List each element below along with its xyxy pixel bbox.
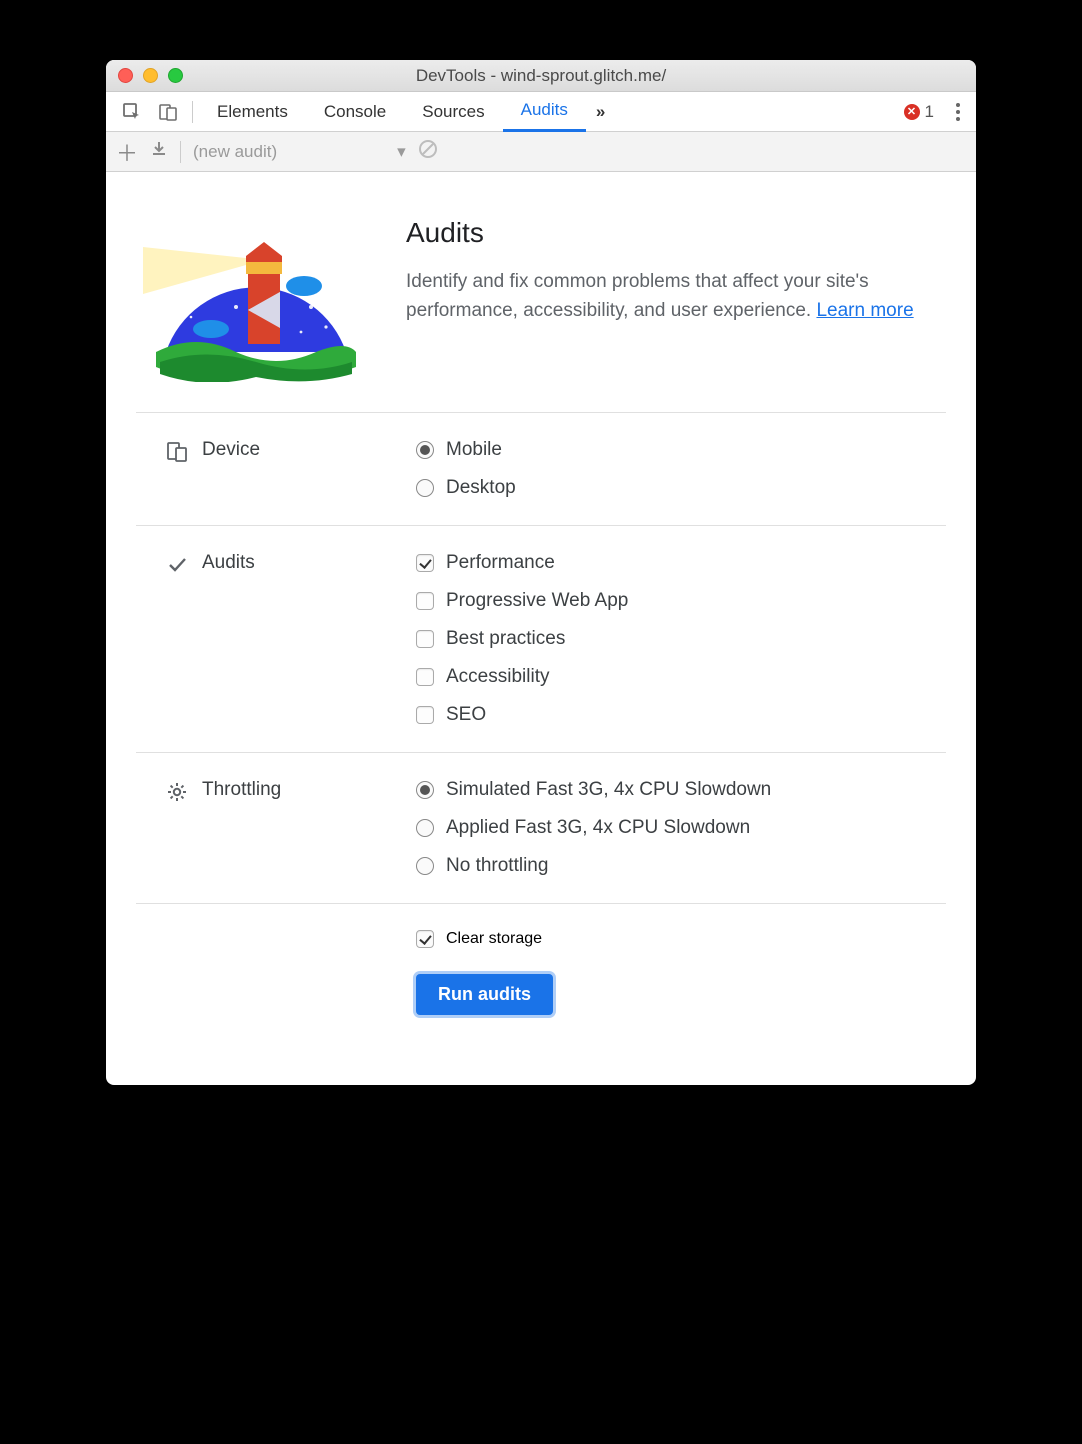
error-icon: ✕ — [904, 104, 920, 120]
section-audits: Audits Performance Progressive Web App B… — [136, 525, 946, 752]
titlebar: DevTools - wind-sprout.glitch.me/ — [106, 60, 976, 92]
settings-menu-icon[interactable] — [948, 103, 968, 121]
panel-tabs: Elements Console Sources Audits » — [199, 92, 615, 132]
device-option-desktop[interactable]: Desktop — [416, 477, 946, 499]
chevron-down-icon: ▾ — [397, 142, 406, 162]
tab-console[interactable]: Console — [306, 92, 404, 132]
checkbox-icon — [416, 554, 434, 572]
section-device: Device Mobile Desktop — [136, 412, 946, 525]
radio-icon — [416, 781, 434, 799]
throttling-option-applied[interactable]: Applied Fast 3G, 4x CPU Slowdown — [416, 817, 946, 839]
audit-option-pwa[interactable]: Progressive Web App — [416, 590, 946, 612]
radio-icon — [416, 441, 434, 459]
audit-option-best-practices[interactable]: Best practices — [416, 628, 946, 650]
window-title: DevTools - wind-sprout.glitch.me/ — [106, 66, 976, 86]
throttling-label: Throttling — [202, 779, 281, 801]
page-title: Audits — [406, 212, 946, 254]
audits-toolbar: ＋ (new audit) ▾ — [106, 132, 976, 172]
device-icon — [166, 441, 188, 463]
tab-sources[interactable]: Sources — [404, 92, 502, 132]
audit-option-performance[interactable]: Performance — [416, 552, 946, 574]
radio-icon — [416, 479, 434, 497]
more-tabs-button[interactable]: » — [586, 92, 615, 132]
checkbox-icon — [416, 592, 434, 610]
lighthouse-illustration — [136, 212, 376, 382]
check-icon — [166, 554, 188, 576]
devtools-window: DevTools - wind-sprout.glitch.me/ Elemen… — [106, 60, 976, 1085]
run-audits-button[interactable]: Run audits — [416, 974, 553, 1015]
device-toggle-icon[interactable] — [156, 100, 180, 124]
clear-storage-option[interactable]: Clear storage — [416, 930, 542, 948]
device-option-mobile[interactable]: Mobile — [416, 439, 946, 461]
checkbox-icon — [416, 930, 434, 948]
checkbox-icon — [416, 706, 434, 724]
error-counter[interactable]: ✕ 1 — [904, 102, 934, 122]
gear-icon — [166, 781, 188, 803]
radio-icon — [416, 857, 434, 875]
error-count: 1 — [925, 102, 934, 122]
audit-option-seo[interactable]: SEO — [416, 704, 946, 726]
clear-icon[interactable] — [418, 139, 438, 164]
section-throttling: Throttling Simulated Fast 3G, 4x CPU Slo… — [136, 752, 946, 903]
checkbox-icon — [416, 668, 434, 686]
checkbox-icon — [416, 630, 434, 648]
section-footer: Clear storage Run audits — [136, 903, 946, 1025]
radio-icon — [416, 819, 434, 837]
audits-panel: Audits Identify and fix common problems … — [106, 172, 976, 1085]
audits-label: Audits — [202, 552, 255, 574]
download-icon[interactable] — [150, 140, 168, 163]
throttling-option-none[interactable]: No throttling — [416, 855, 946, 877]
tab-audits[interactable]: Audits — [503, 92, 586, 132]
learn-more-link[interactable]: Learn more — [816, 300, 913, 321]
inspect-element-icon[interactable] — [120, 100, 144, 124]
throttling-option-simulated[interactable]: Simulated Fast 3G, 4x CPU Slowdown — [416, 779, 946, 801]
audit-option-accessibility[interactable]: Accessibility — [416, 666, 946, 688]
new-audit-icon[interactable]: ＋ — [116, 136, 138, 168]
page-description: Identify and fix common problems that af… — [406, 268, 946, 325]
devtools-tabbar: Elements Console Sources Audits » ✕ 1 — [106, 92, 976, 132]
audit-select[interactable]: (new audit) ▾ — [193, 142, 406, 162]
audit-select-label: (new audit) — [193, 142, 277, 162]
device-label: Device — [202, 439, 260, 461]
tab-elements[interactable]: Elements — [199, 92, 306, 132]
